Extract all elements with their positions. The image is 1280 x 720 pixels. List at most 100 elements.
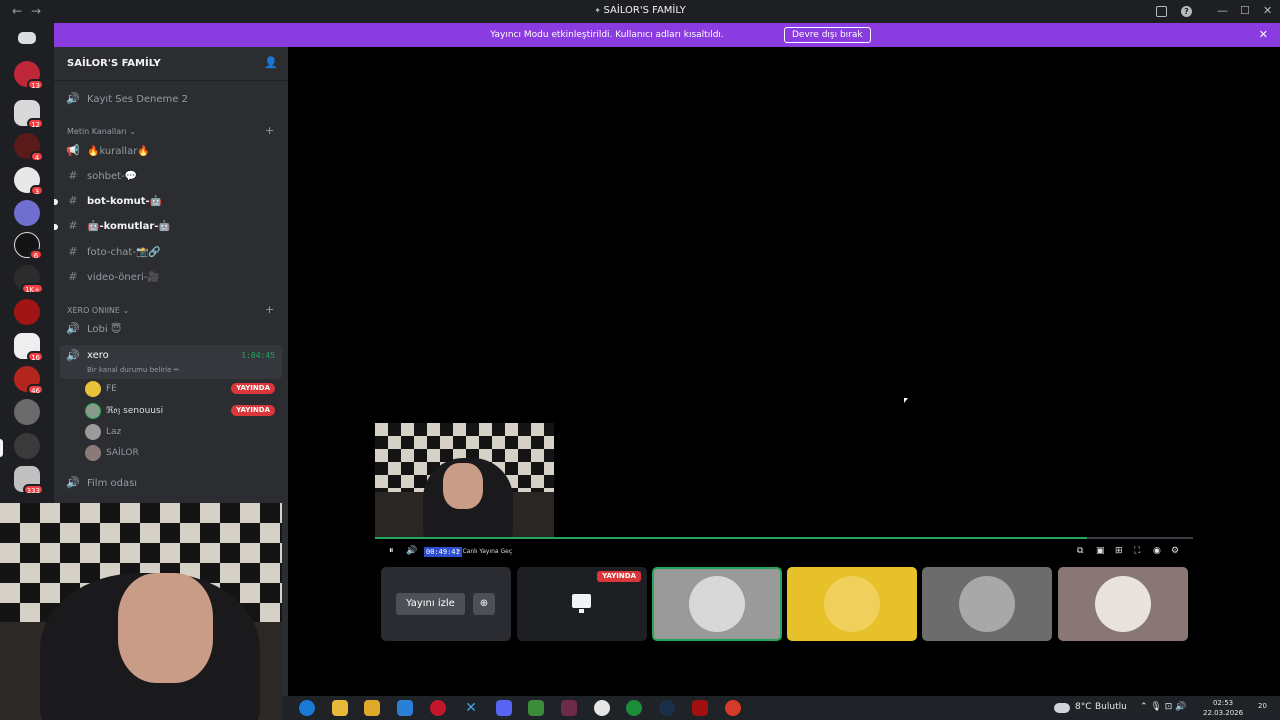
- weather-text[interactable]: Bulutlu: [1095, 702, 1127, 712]
- tile-participant-speaking[interactable]: [652, 567, 782, 641]
- hash-icon: #: [68, 219, 78, 232]
- channel-sohbet[interactable]: # sohbet-💬: [66, 167, 280, 187]
- weather-temp[interactable]: 8°C: [1075, 702, 1092, 712]
- banner-close-icon[interactable]: ✕: [1259, 28, 1268, 41]
- server-icon-5[interactable]: [14, 200, 40, 226]
- channel-komutlar[interactable]: # 🤖-komutlar-🤖: [54, 217, 280, 237]
- voice-channel-lobi[interactable]: 🔊 Lobi 😇: [66, 320, 280, 340]
- record-icon[interactable]: ◉: [1153, 546, 1161, 556]
- progress-fill: [375, 537, 1087, 539]
- stream-video[interactable]: [375, 423, 554, 538]
- popout-icon[interactable]: ⧉: [1077, 546, 1083, 556]
- category-text-channels[interactable]: Metin Kanalları ⌄: [67, 127, 136, 136]
- tile-participant[interactable]: [787, 567, 917, 641]
- server-icon-12[interactable]: 333: [14, 466, 44, 495]
- store-icon[interactable]: [364, 700, 380, 716]
- voice-user-name: FE: [106, 384, 117, 394]
- capcut-icon[interactable]: [594, 700, 610, 716]
- go-live-link[interactable]: • Canlı Yayına Geç: [457, 548, 512, 555]
- voice-user[interactable]: ℜ𝔬𝔷 senouusi YAYINDA: [85, 401, 275, 421]
- channel-label: bot-komut-🤖: [87, 196, 163, 207]
- volume-icon[interactable]: 🔊: [406, 546, 417, 556]
- unread-badge: 4: [30, 151, 44, 162]
- server-icon-3[interactable]: 4: [14, 133, 44, 162]
- chrome-icon[interactable]: [626, 700, 642, 716]
- server-icon-2[interactable]: 12: [14, 100, 44, 129]
- opera-icon[interactable]: [430, 700, 446, 716]
- channel-label: video-öneri-🎥: [87, 272, 160, 283]
- server-icon-11[interactable]: [14, 399, 40, 425]
- speaker-icon: 🔊: [66, 349, 80, 362]
- weather-cloud-icon: [1054, 703, 1070, 713]
- channel-label: Lobi 😇: [87, 324, 122, 335]
- server-header[interactable]: SAİLOR'S FAMİLY ⌄ 👤: [54, 47, 288, 81]
- server-icon-1[interactable]: 13: [14, 61, 44, 90]
- monitor-stand-icon: [579, 609, 584, 613]
- edge-icon[interactable]: [299, 700, 315, 716]
- voice-channel-kayit[interactable]: 🔊 Kayıt Ses Deneme 2: [66, 90, 280, 110]
- hash-icon: #: [68, 270, 78, 283]
- voice-channel-xero[interactable]: 🔊 xero 1:04:45 Bir kanal durumu belirle …: [60, 345, 282, 379]
- server-icon-4[interactable]: 3: [14, 167, 44, 196]
- unread-badge: 333: [22, 484, 44, 495]
- voice-user[interactable]: SAİLOR: [85, 443, 275, 463]
- system-tray-icons[interactable]: ⌃ 🎙 ⊡ 🔊: [1140, 702, 1186, 712]
- pause-icon[interactable]: ⏸: [389, 546, 394, 556]
- riot-icon[interactable]: [725, 700, 741, 716]
- server-icon-selected[interactable]: [14, 433, 40, 459]
- pip-icon[interactable]: ▣: [1096, 546, 1105, 556]
- avatar: [824, 576, 880, 632]
- channel-label: 🤖-komutlar-🤖: [87, 221, 171, 232]
- valorant-icon[interactable]: [561, 700, 577, 716]
- mail-icon[interactable]: [397, 700, 413, 716]
- grid-icon[interactable]: ⊞: [1115, 546, 1123, 556]
- channel-bot-komut[interactable]: # bot-komut-🤖: [54, 192, 280, 212]
- game-icon[interactable]: [692, 700, 708, 716]
- avatar: [85, 424, 101, 440]
- voice-user-name: Laz: [106, 427, 122, 437]
- notification-count[interactable]: 20: [1258, 702, 1267, 710]
- avatar: [85, 445, 101, 461]
- steam-icon[interactable]: [659, 700, 675, 716]
- x-app-icon[interactable]: ✕: [463, 700, 479, 716]
- fullscreen-icon[interactable]: ⛶: [1134, 546, 1140, 556]
- channel-kurallar[interactable]: 📢 🔥kurallar🔥: [66, 142, 280, 162]
- tile-participant[interactable]: [922, 567, 1052, 641]
- watch-stream-icon[interactable]: ⊕: [473, 593, 495, 615]
- server-icon-6[interactable]: 6: [14, 232, 43, 260]
- inbox-icon[interactable]: [1156, 6, 1167, 17]
- watch-stream-button[interactable]: Yayını izle: [396, 593, 465, 615]
- taskbar-clock[interactable]: 02:53 22.03.2026: [1203, 698, 1243, 718]
- channel-video-oneri[interactable]: # video-öneri-🎥: [66, 268, 280, 288]
- minimize-icon[interactable]: —: [1217, 4, 1228, 17]
- category-voice[interactable]: XERO ONIINE ⌄: [67, 306, 129, 315]
- server-icon-8[interactable]: [14, 299, 40, 325]
- minecraft-icon[interactable]: [528, 700, 544, 716]
- server-icon-10[interactable]: 46: [14, 366, 44, 395]
- voice-channel-film[interactable]: 🔊 Film odası: [66, 474, 280, 494]
- settings-icon[interactable]: ⚙: [1171, 546, 1179, 556]
- file-explorer-icon[interactable]: [332, 700, 348, 716]
- tile-watch-stream[interactable]: Yayını izle ⊕: [381, 567, 511, 641]
- server-icon-9[interactable]: 16: [14, 333, 44, 362]
- channel-label: Kayıt Ses Deneme 2: [87, 94, 188, 105]
- disable-streamer-mode-button[interactable]: Devre dışı bırak: [784, 27, 871, 43]
- server-icon: ✦: [594, 6, 604, 15]
- announcement-icon: 📢: [66, 144, 80, 157]
- voice-user[interactable]: FE YAYINDA: [85, 379, 275, 399]
- tile-participant[interactable]: [1058, 567, 1188, 641]
- discord-logo-icon[interactable]: [18, 32, 36, 44]
- channel-foto-chat[interactable]: # foto-chat-📸🔗: [66, 243, 280, 263]
- server-icon-7[interactable]: 1K+: [14, 265, 44, 294]
- maximize-icon[interactable]: ☐: [1240, 4, 1250, 17]
- stream-progress-bar[interactable]: [375, 537, 1193, 539]
- voice-user[interactable]: Laz: [85, 422, 275, 442]
- channel-status[interactable]: Bir kanal durumu belirle ✏: [87, 366, 180, 374]
- help-icon[interactable]: ?: [1181, 6, 1192, 17]
- add-channel-icon[interactable]: +: [265, 124, 274, 137]
- invite-icon[interactable]: 👤: [264, 56, 278, 69]
- add-voice-channel-icon[interactable]: +: [265, 303, 274, 316]
- discord-taskbar-icon[interactable]: [496, 700, 512, 716]
- tile-screen-share[interactable]: YAYINDA: [517, 567, 647, 641]
- close-icon[interactable]: ✕: [1263, 4, 1272, 17]
